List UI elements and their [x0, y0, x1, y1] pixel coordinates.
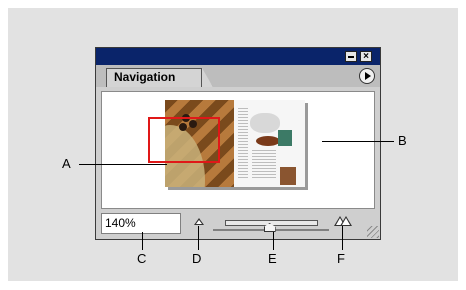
thumbnail-blob [250, 113, 280, 133]
tab-strip: Navigation [96, 65, 380, 87]
callout-e: E [268, 251, 277, 266]
callout-line-f [342, 226, 343, 250]
callout-line-d [198, 226, 199, 250]
callout-line-e [273, 232, 274, 250]
resize-grip-icon[interactable] [367, 226, 379, 238]
callout-b: B [398, 133, 407, 148]
zoom-bar: 140% [96, 212, 380, 239]
thumbnail-leaf [256, 136, 280, 146]
navigator-palette: × Navigation 140% [95, 47, 381, 240]
proxy-view-area[interactable] [148, 117, 220, 163]
callout-line-c [142, 232, 143, 250]
palette-title-bar[interactable]: × [96, 48, 380, 65]
tab-navigation[interactable]: Navigation [106, 68, 213, 87]
text-column [238, 108, 248, 178]
thumbnail-right-page [234, 100, 305, 187]
callout-line-a [79, 164, 167, 165]
close-icon[interactable]: × [360, 51, 372, 62]
text-column [252, 150, 276, 180]
palette-menu-icon[interactable] [359, 68, 375, 84]
callout-f: F [337, 251, 345, 266]
minimize-icon[interactable] [345, 51, 357, 62]
callout-a: A [62, 156, 71, 171]
preview-area[interactable] [101, 91, 375, 209]
callout-c: C [137, 251, 147, 266]
zoom-in-icon[interactable] [334, 214, 352, 226]
thumbnail-small-photo [280, 167, 296, 185]
zoom-percent-field[interactable]: 140% [101, 213, 181, 234]
callout-d: D [192, 251, 202, 266]
thumbnail-green-block [278, 130, 292, 146]
callout-line-b [322, 141, 394, 142]
zoom-out-icon[interactable] [194, 218, 204, 225]
